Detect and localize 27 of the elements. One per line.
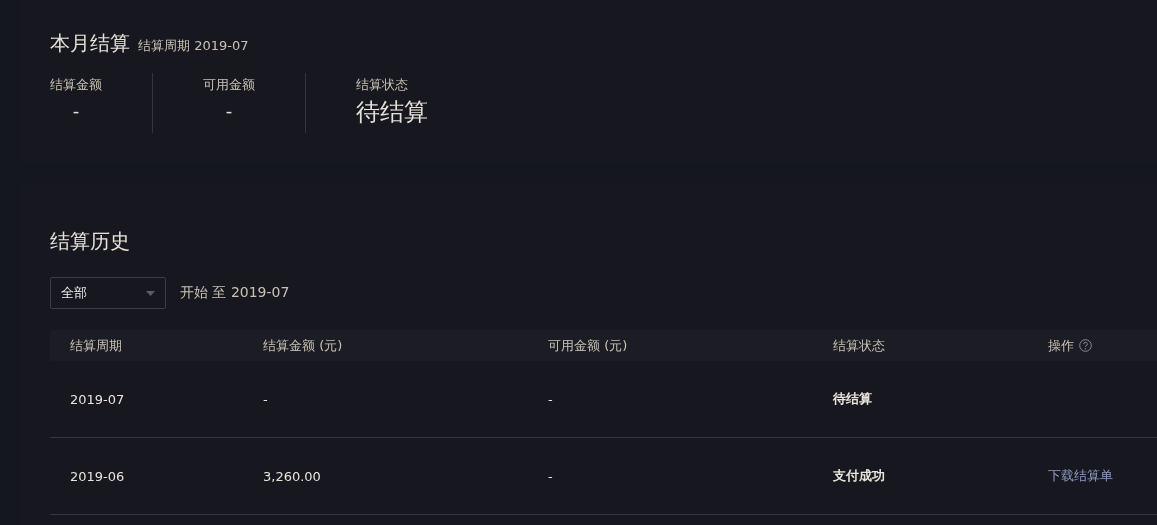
section-title: 本月结算: [50, 30, 130, 57]
stat-label: 结算金额: [50, 76, 102, 94]
column-header: 结算状态: [833, 336, 885, 355]
section-title: 结算历史: [50, 228, 131, 255]
date-range: 开始 至 2019-07: [180, 284, 290, 302]
amount-cell: 3,260.00: [263, 468, 321, 484]
status-cell: 待结算: [833, 391, 872, 406]
status-cell: 支付成功: [833, 468, 885, 483]
filter-select[interactable]: 全部: [50, 277, 166, 309]
help-icon[interactable]: [1079, 339, 1092, 352]
amount-value: -: [72, 100, 80, 121]
status-value: 待结算: [356, 97, 428, 128]
column-header: 结算金额 (元): [263, 336, 343, 355]
period-cell: 2019-06: [70, 468, 125, 484]
download-link[interactable]: 下载结算单: [1048, 468, 1113, 483]
stat-label: 可用金额: [203, 76, 255, 94]
column-header: 可用金额 (元): [548, 336, 628, 355]
caret-icon: [146, 290, 155, 296]
period-cell: 2019-07: [70, 391, 125, 407]
amount-cell: -: [548, 468, 553, 484]
amount-cell: -: [263, 391, 268, 407]
column-header: 结算周期: [70, 336, 122, 355]
column-header: 操作: [1048, 336, 1074, 355]
amount-value: -: [225, 100, 233, 121]
amount-cell: -: [548, 391, 553, 407]
period-label: 结算周期 2019-07: [138, 37, 249, 55]
stat-label: 结算状态: [356, 76, 408, 94]
